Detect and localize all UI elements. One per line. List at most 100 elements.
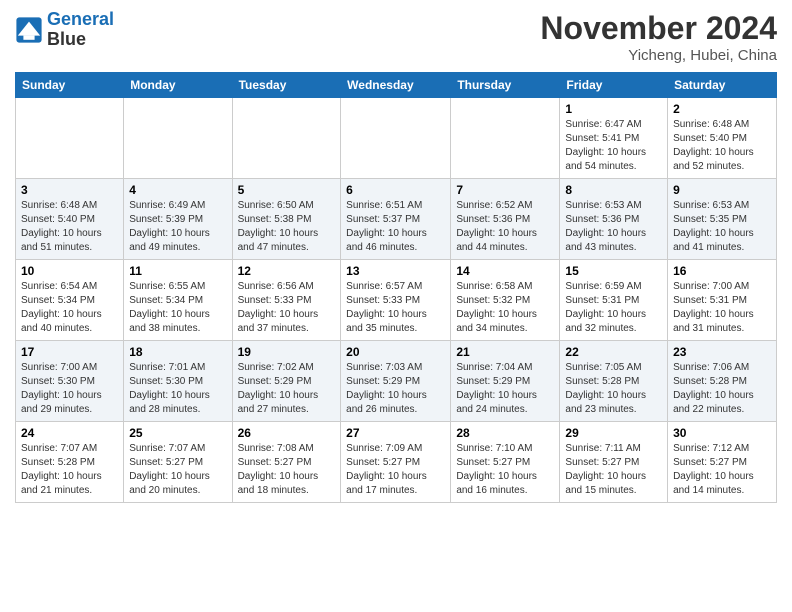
day-number: 12 xyxy=(238,264,336,278)
header: General Blue November 2024 Yicheng, Hube… xyxy=(15,10,777,64)
calendar-cell: 17Sunrise: 7:00 AM Sunset: 5:30 PM Dayli… xyxy=(16,341,124,422)
day-number: 19 xyxy=(238,345,336,359)
day-number: 27 xyxy=(346,426,445,440)
calendar-cell: 13 Sunrise: 6:57 AM Sunset: 5:33 PM Dayli… xyxy=(341,260,451,341)
day-info: Sunrise: 7:11 AM Sunset: 5:27 PM Dayligh… xyxy=(565,442,662,498)
day-number: 16 xyxy=(673,264,771,278)
day-info: Sunrise: 7:12 AM Sunset: 5:27 PM Dayligh… xyxy=(673,442,771,498)
day-number: 17 xyxy=(21,345,118,359)
day-info: Sunrise: 6:53 AM Sunset: 5:36 PM Dayligh… xyxy=(565,199,662,255)
calendar-cell: 8Sunrise: 6:53 AM Sunset: 5:36 PM Daylig… xyxy=(560,179,668,260)
weekday-header-sunday: Sunday xyxy=(16,73,124,98)
calendar-table: SundayMondayTuesdayWednesdayThursdayFrid… xyxy=(15,72,777,503)
logo-line2: Blue xyxy=(47,30,114,50)
day-info: Sunrise: 6:47 AM Sunset: 5:41 PM Dayligh… xyxy=(565,118,662,174)
day-info: Sunrise: 7:00 AM Sunset: 5:31 PM Dayligh… xyxy=(673,280,771,336)
day-number: 18 xyxy=(129,345,226,359)
calendar-cell: 16 Sunrise: 7:00 AM Sunset: 5:31 PM Dayli… xyxy=(668,260,777,341)
calendar-body: 1Sunrise: 6:47 AM Sunset: 5:41 PM Daylig… xyxy=(16,98,777,503)
calendar-cell: 4Sunrise: 6:49 AM Sunset: 5:39 PM Daylig… xyxy=(124,179,232,260)
weekday-header-saturday: Saturday xyxy=(668,73,777,98)
day-number: 6 xyxy=(346,183,445,197)
calendar-week-1: 1Sunrise: 6:47 AM Sunset: 5:41 PM Daylig… xyxy=(16,98,777,179)
day-number: 9 xyxy=(673,183,771,197)
calendar-cell: 15 Sunrise: 6:59 AM Sunset: 5:31 PM Dayli… xyxy=(560,260,668,341)
calendar-week-4: 17Sunrise: 7:00 AM Sunset: 5:30 PM Dayli… xyxy=(16,341,777,422)
day-info: Sunrise: 7:08 AM Sunset: 5:27 PM Dayligh… xyxy=(238,442,336,498)
day-number: 21 xyxy=(456,345,554,359)
calendar-cell: 27 Sunrise: 7:09 AM Sunset: 5:27 PM Dayli… xyxy=(341,422,451,503)
calendar-cell: 6 Sunrise: 6:51 AM Sunset: 5:37 PM Daylig… xyxy=(341,179,451,260)
day-info: Sunrise: 6:57 AM Sunset: 5:33 PM Dayligh… xyxy=(346,280,445,336)
day-number: 25 xyxy=(129,426,226,440)
day-info: Sunrise: 7:07 AM Sunset: 5:28 PM Dayligh… xyxy=(21,442,118,498)
calendar-cell: 10Sunrise: 6:54 AM Sunset: 5:34 PM Dayli… xyxy=(16,260,124,341)
day-info: Sunrise: 7:07 AM Sunset: 5:27 PM Dayligh… xyxy=(129,442,226,498)
day-info: Sunrise: 7:09 AM Sunset: 5:27 PM Dayligh… xyxy=(346,442,445,498)
calendar-cell: 11 Sunrise: 6:55 AM Sunset: 5:34 PM Dayli… xyxy=(124,260,232,341)
day-info: Sunrise: 7:03 AM Sunset: 5:29 PM Dayligh… xyxy=(346,361,445,417)
calendar-cell: 22 Sunrise: 7:05 AM Sunset: 5:28 PM Dayli… xyxy=(560,341,668,422)
calendar-cell xyxy=(124,98,232,179)
calendar-cell xyxy=(451,98,560,179)
day-info: Sunrise: 7:05 AM Sunset: 5:28 PM Dayligh… xyxy=(565,361,662,417)
calendar-cell: 5 Sunrise: 6:50 AM Sunset: 5:38 PM Daylig… xyxy=(232,179,341,260)
calendar-cell: 2Sunrise: 6:48 AM Sunset: 5:40 PM Daylig… xyxy=(668,98,777,179)
day-info: Sunrise: 6:53 AM Sunset: 5:35 PM Dayligh… xyxy=(673,199,771,255)
calendar-cell: 23 Sunrise: 7:06 AM Sunset: 5:28 PM Dayli… xyxy=(668,341,777,422)
day-number: 11 xyxy=(129,264,226,278)
weekday-header-thursday: Thursday xyxy=(451,73,560,98)
day-number: 14 xyxy=(456,264,554,278)
day-info: Sunrise: 6:58 AM Sunset: 5:32 PM Dayligh… xyxy=(456,280,554,336)
calendar-cell: 3Sunrise: 6:48 AM Sunset: 5:40 PM Daylig… xyxy=(16,179,124,260)
day-number: 15 xyxy=(565,264,662,278)
day-info: Sunrise: 6:52 AM Sunset: 5:36 PM Dayligh… xyxy=(456,199,554,255)
calendar-cell: 30 Sunrise: 7:12 AM Sunset: 5:27 PM Dayli… xyxy=(668,422,777,503)
calendar-cell: 26 Sunrise: 7:08 AM Sunset: 5:27 PM Dayli… xyxy=(232,422,341,503)
day-number: 20 xyxy=(346,345,445,359)
calendar-week-3: 10Sunrise: 6:54 AM Sunset: 5:34 PM Dayli… xyxy=(16,260,777,341)
day-info: Sunrise: 6:49 AM Sunset: 5:39 PM Dayligh… xyxy=(129,199,226,255)
day-number: 23 xyxy=(673,345,771,359)
day-number: 5 xyxy=(238,183,336,197)
calendar-cell: 29Sunrise: 7:11 AM Sunset: 5:27 PM Dayli… xyxy=(560,422,668,503)
day-info: Sunrise: 7:01 AM Sunset: 5:30 PM Dayligh… xyxy=(129,361,226,417)
day-info: Sunrise: 6:50 AM Sunset: 5:38 PM Dayligh… xyxy=(238,199,336,255)
day-number: 24 xyxy=(21,426,118,440)
day-info: Sunrise: 7:02 AM Sunset: 5:29 PM Dayligh… xyxy=(238,361,336,417)
calendar-cell: 21 Sunrise: 7:04 AM Sunset: 5:29 PM Dayli… xyxy=(451,341,560,422)
calendar-cell: 28Sunrise: 7:10 AM Sunset: 5:27 PM Dayli… xyxy=(451,422,560,503)
day-number: 28 xyxy=(456,426,554,440)
calendar-cell xyxy=(341,98,451,179)
day-info: Sunrise: 6:59 AM Sunset: 5:31 PM Dayligh… xyxy=(565,280,662,336)
logo: General Blue xyxy=(15,10,114,50)
day-number: 13 xyxy=(346,264,445,278)
calendar-cell: 14 Sunrise: 6:58 AM Sunset: 5:32 PM Dayli… xyxy=(451,260,560,341)
day-info: Sunrise: 6:51 AM Sunset: 5:37 PM Dayligh… xyxy=(346,199,445,255)
calendar-cell: 19 Sunrise: 7:02 AM Sunset: 5:29 PM Dayli… xyxy=(232,341,341,422)
day-info: Sunrise: 7:04 AM Sunset: 5:29 PM Dayligh… xyxy=(456,361,554,417)
calendar-cell: 18 Sunrise: 7:01 AM Sunset: 5:30 PM Dayli… xyxy=(124,341,232,422)
calendar-cell xyxy=(232,98,341,179)
day-number: 2 xyxy=(673,102,771,116)
day-number: 26 xyxy=(238,426,336,440)
weekday-header-tuesday: Tuesday xyxy=(232,73,341,98)
day-info: Sunrise: 6:55 AM Sunset: 5:34 PM Dayligh… xyxy=(129,280,226,336)
logo-line1: General xyxy=(47,9,114,29)
logo-text: General Blue xyxy=(47,10,114,50)
weekday-header-monday: Monday xyxy=(124,73,232,98)
calendar-cell: 9 Sunrise: 6:53 AM Sunset: 5:35 PM Daylig… xyxy=(668,179,777,260)
day-info: Sunrise: 7:06 AM Sunset: 5:28 PM Dayligh… xyxy=(673,361,771,417)
calendar-cell: 20 Sunrise: 7:03 AM Sunset: 5:29 PM Dayli… xyxy=(341,341,451,422)
weekday-header-row: SundayMondayTuesdayWednesdayThursdayFrid… xyxy=(16,73,777,98)
calendar-cell: 24 Sunrise: 7:07 AM Sunset: 5:28 PM Dayli… xyxy=(16,422,124,503)
title-block: November 2024 Yicheng, Hubei, China xyxy=(540,10,777,64)
calendar-cell: 12 Sunrise: 6:56 AM Sunset: 5:33 PM Dayli… xyxy=(232,260,341,341)
day-info: Sunrise: 6:56 AM Sunset: 5:33 PM Dayligh… xyxy=(238,280,336,336)
day-number: 22 xyxy=(565,345,662,359)
calendar-header: SundayMondayTuesdayWednesdayThursdayFrid… xyxy=(16,73,777,98)
calendar-cell: 7Sunrise: 6:52 AM Sunset: 5:36 PM Daylig… xyxy=(451,179,560,260)
day-number: 10 xyxy=(21,264,118,278)
weekday-header-wednesday: Wednesday xyxy=(341,73,451,98)
day-number: 30 xyxy=(673,426,771,440)
